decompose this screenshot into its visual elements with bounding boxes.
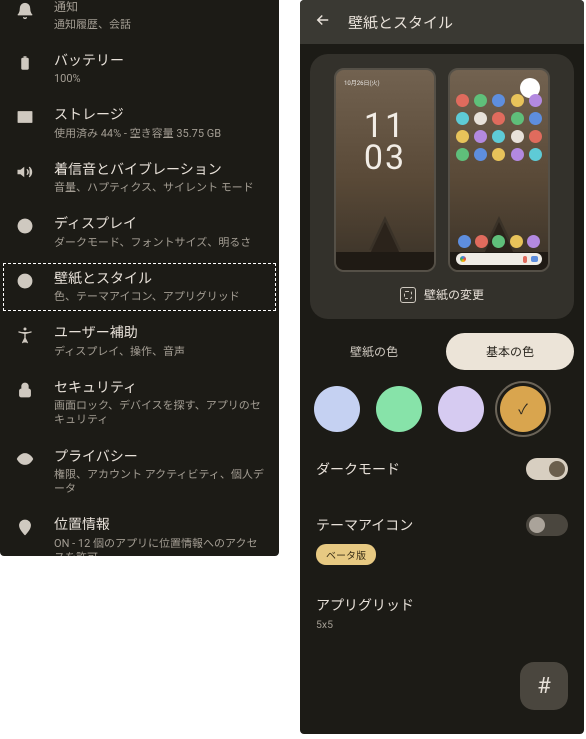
settings-item-title: 通知 <box>54 0 265 16</box>
settings-item-sound[interactable]: 着信音とバイブレーション音量、ハプティクス、サイレント モード <box>0 151 279 205</box>
color-swatch-row: ✓ <box>310 386 574 432</box>
settings-item-subtitle: 通知履歴、会話 <box>54 18 265 32</box>
color-swatch-0[interactable] <box>314 386 360 432</box>
sound-icon <box>14 161 36 181</box>
settings-item-subtitle: ダークモード、フォントサイズ、明るさ <box>54 236 265 250</box>
lockscreen-preview[interactable]: 10月26日(火) 11 03 <box>334 68 436 272</box>
change-wallpaper-button[interactable]: 壁紙の変更 <box>400 286 484 303</box>
settings-item-subtitle: 権限、アカウント アクティビティ、個人データ <box>54 468 265 497</box>
settings-list-panel: 通知通知履歴、会話バッテリー 100% ストレージ使用済み 44% - 空き容量 3… <box>0 0 279 556</box>
color-swatch-2[interactable] <box>438 386 484 432</box>
privacy-icon <box>14 448 36 468</box>
google-logo-icon <box>460 256 466 262</box>
settings-item-location[interactable]: 位置情報 ON - 12 個のアプリに位置情報へのアクセスを許可 <box>0 506 279 556</box>
settings-item-title: 壁紙とスタイル <box>54 270 265 288</box>
settings-item-subtitle: 画面ロック、デバイスを探す、アプリのセキュリティ <box>54 399 265 428</box>
settings-item-accessibility[interactable]: ユーザー補助ディスプレイ、操作、音声 <box>0 314 279 368</box>
settings-item-title: セキュリティ <box>54 379 265 397</box>
grid-hash-icon: # <box>537 674 551 699</box>
palette-icon <box>14 270 36 290</box>
settings-item-subtitle: 使用済み 44% - 空き容量 35.75 GB <box>54 127 265 141</box>
settings-item-title: 位置情報 <box>54 516 265 534</box>
settings-item-subtitle: 音量、ハプティクス、サイレント モード <box>54 181 265 195</box>
tab-wallpaper-colors[interactable]: 壁紙の色 <box>310 333 438 370</box>
lock-icon <box>14 379 36 399</box>
accessibility-icon <box>14 324 36 344</box>
dark-mode-toggle[interactable] <box>526 458 568 480</box>
settings-item-title: ディスプレイ <box>54 215 265 233</box>
beta-badge: ベータ版 <box>316 544 376 565</box>
settings-item-security[interactable]: セキュリティ画面ロック、デバイスを探す、アプリのセキュリティ <box>0 369 279 438</box>
settings-item-subtitle: 100% <box>54 72 265 86</box>
themed-icons-toggle[interactable] <box>526 514 568 536</box>
color-source-tabs: 壁紙の色 基本の色 <box>310 333 574 370</box>
settings-item-battery[interactable]: バッテリー 100% <box>0 42 279 96</box>
homescreen-preview[interactable] <box>448 68 550 272</box>
settings-item-display[interactable]: ディスプレイダークモード、フォントサイズ、明るさ <box>0 205 279 259</box>
storage-icon <box>14 106 36 126</box>
settings-item-subtitle: ディスプレイ、操作、音声 <box>54 345 265 359</box>
color-swatch-3[interactable]: ✓ <box>500 386 546 432</box>
settings-item-title: バッテリー <box>54 52 265 70</box>
wallpaper-preview-card: 10月26日(火) 11 03 <box>310 54 574 319</box>
settings-item-title: プライバシー <box>54 448 265 466</box>
settings-item-notifications[interactable]: 通知通知履歴、会話 <box>0 0 279 42</box>
lockscreen-date: 10月26日(火) <box>344 78 380 87</box>
app-grid-row[interactable]: アプリグリッド 5x5 <box>316 595 568 631</box>
settings-item-title: ストレージ <box>54 106 265 124</box>
tab-basic-colors[interactable]: 基本の色 <box>446 333 574 370</box>
settings-item-wallpaper[interactable]: 壁紙とスタイル色、テーマアイコン、アプリグリッド <box>0 260 279 314</box>
app-grid-fab[interactable]: # <box>520 662 568 710</box>
checkmark-icon: ✓ <box>518 399 528 419</box>
battery-icon <box>14 52 36 72</box>
dark-mode-row[interactable]: ダークモード <box>316 458 568 480</box>
location-icon <box>14 516 36 536</box>
dock <box>456 235 542 248</box>
wallpaper-illustration <box>336 190 434 270</box>
settings-item-title: 着信音とバイブレーション <box>54 161 265 179</box>
themed-icons-row[interactable]: テーマアイコン <box>316 514 568 536</box>
settings-item-title: ユーザー補助 <box>54 324 265 342</box>
display-icon <box>14 215 36 235</box>
wallpaper-change-icon <box>400 287 416 303</box>
detail-header: 壁紙とスタイル <box>300 0 584 44</box>
color-swatch-1[interactable] <box>376 386 422 432</box>
search-bar <box>456 253 542 265</box>
bell-icon <box>14 0 36 20</box>
mic-icon <box>523 256 527 263</box>
lens-icon <box>531 256 538 262</box>
settings-item-subtitle: ON - 12 個のアプリに位置情報へのアクセスを許可 <box>54 537 265 556</box>
settings-item-storage[interactable]: ストレージ使用済み 44% - 空き容量 35.75 GB <box>0 96 279 150</box>
app-icon-grid <box>456 94 542 161</box>
settings-item-subtitle: 色、テーマアイコン、アプリグリッド <box>54 290 265 304</box>
wallpaper-style-panel: 壁紙とスタイル 10月26日(火) 11 03 <box>300 0 584 734</box>
settings-item-privacy[interactable]: プライバシー権限、アカウント アクティビティ、個人データ <box>0 438 279 507</box>
back-arrow-icon[interactable] <box>314 11 332 33</box>
detail-title: 壁紙とスタイル <box>348 12 453 33</box>
lockscreen-clock: 11 03 <box>336 110 434 175</box>
